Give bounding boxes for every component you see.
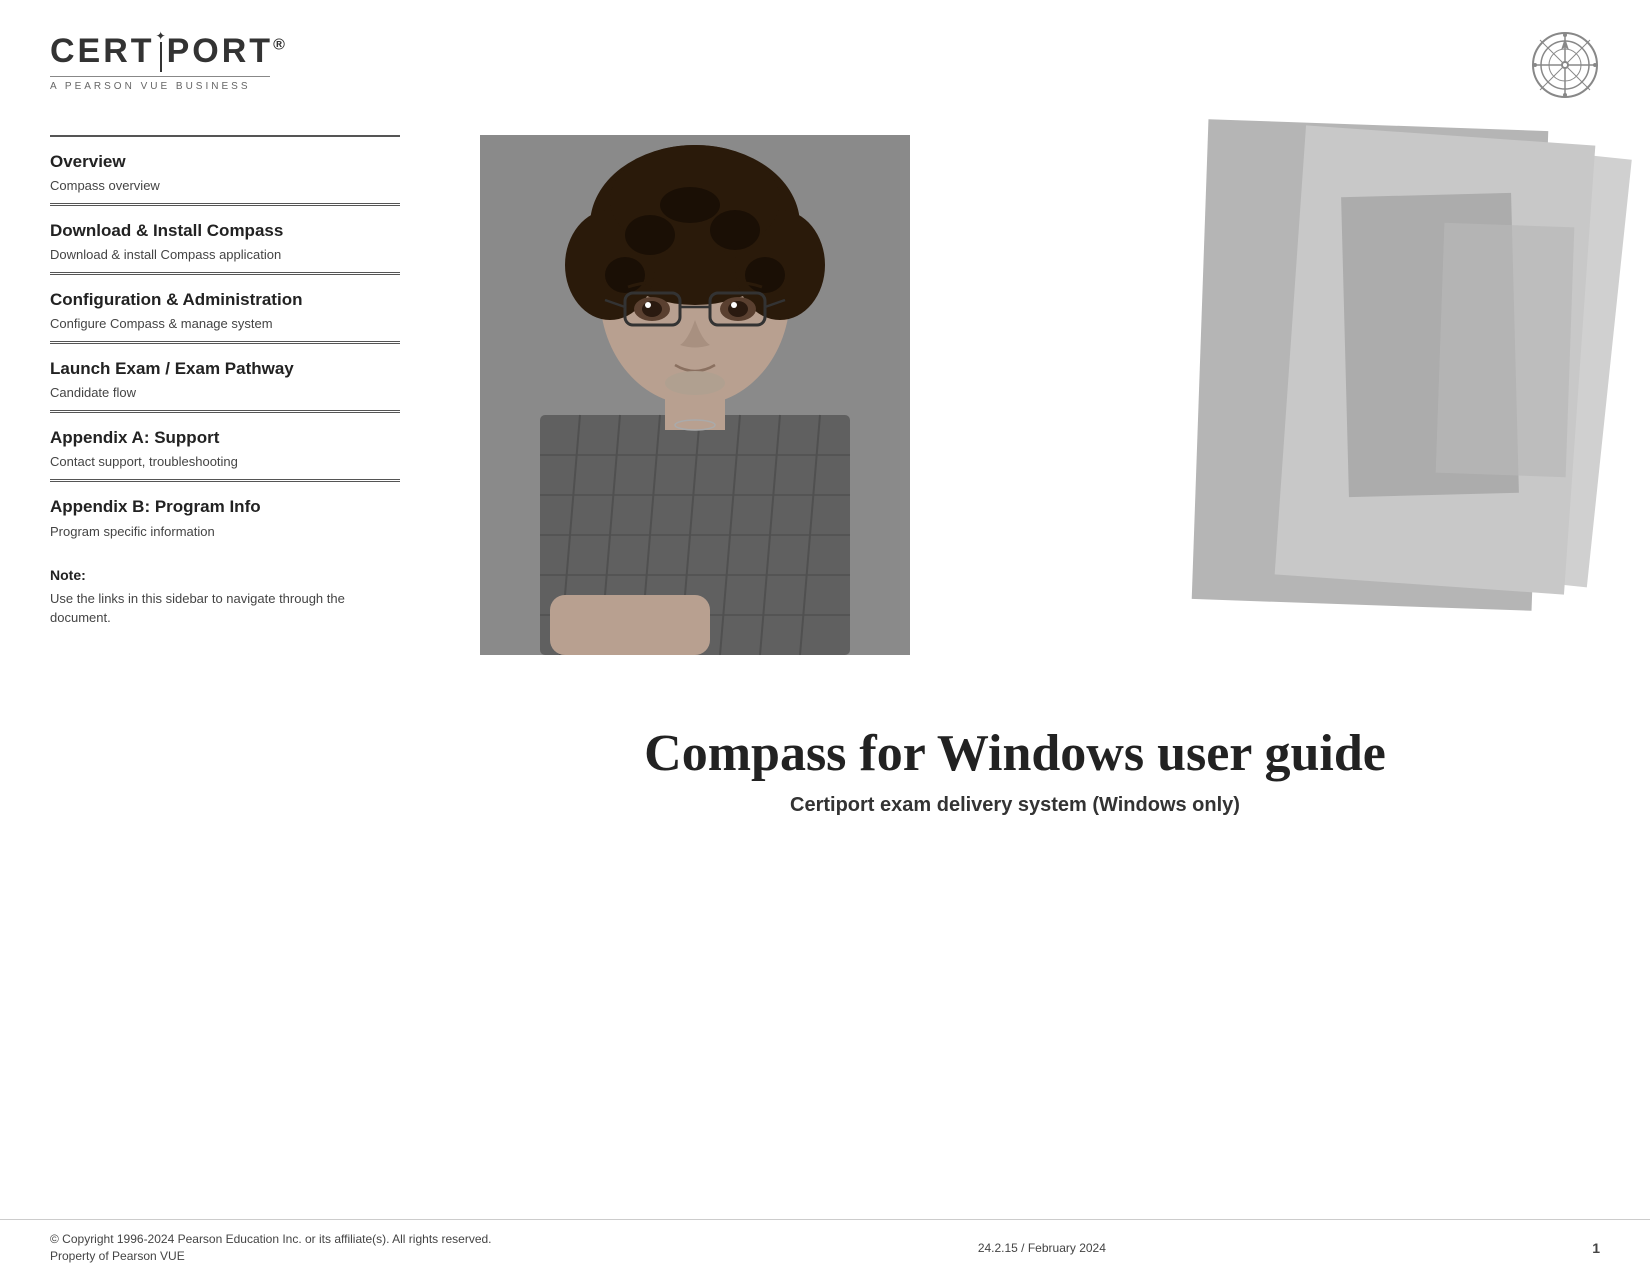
logo-star-icon: ✦ (156, 30, 166, 42)
sidebar-item-desc-appendix-a: Contact support, troubleshooting (50, 454, 400, 469)
logo-subtitle: A PEARSON VUE BUSINESS (50, 81, 251, 92)
sidebar-item-desc-appendix-b: Program specific information (50, 524, 400, 539)
sidebar-note: Note: Use the links in this sidebar to n… (50, 549, 400, 628)
person-illustration (480, 135, 910, 655)
image-layer-front-2 (1436, 223, 1575, 477)
image-stack (430, 125, 1600, 705)
main-title: Compass for Windows user guide (644, 725, 1386, 782)
certiport-logo: CERT ✦ PORT® (50, 30, 288, 72)
footer-center: 24.2.15 / February 2024 (978, 1241, 1106, 1255)
footer-page-number: 1 (1592, 1240, 1600, 1256)
sidebar-item-title-launch-exam: Launch Exam / Exam Pathway (50, 358, 400, 380)
sidebar-item-configuration[interactable]: Configuration & Administration Configure… (50, 272, 400, 341)
title-area: Compass for Windows user guide Certiport… (624, 725, 1406, 817)
logo-i-with-star: ✦ (156, 30, 166, 72)
main-subtitle: Certiport exam delivery system (Windows … (644, 794, 1386, 817)
main-content: Overview Compass overview Download & Ins… (0, 115, 1650, 1219)
footer-copyright: © Copyright 1996-2024 Pearson Education … (50, 1232, 492, 1246)
sidebar-item-overview[interactable]: Overview Compass overview (50, 135, 400, 203)
header: CERT ✦ PORT® A PEARSON VUE BUSINESS (0, 0, 1650, 115)
footer: © Copyright 1996-2024 Pearson Education … (0, 1219, 1650, 1275)
footer-property: Property of Pearson VUE (50, 1249, 492, 1263)
sidebar-item-title-appendix-b: Appendix B: Program Info (50, 496, 400, 518)
main-photo (480, 135, 910, 655)
logo-area: CERT ✦ PORT® A PEARSON VUE BUSINESS (50, 30, 288, 92)
sidebar-item-desc-launch-exam: Candidate flow (50, 385, 400, 400)
sidebar-item-launch-exam[interactable]: Launch Exam / Exam Pathway Candidate flo… (50, 341, 400, 410)
sidebar-item-title-appendix-a: Appendix A: Support (50, 427, 400, 449)
sidebar-item-desc-overview: Compass overview (50, 178, 400, 193)
sidebar-item-download[interactable]: Download & Install Compass Download & in… (50, 203, 400, 272)
sidebar-note-title: Note: (50, 567, 400, 583)
sidebar-item-desc-configuration: Configure Compass & manage system (50, 316, 400, 331)
footer-version: 24.2.15 / February 2024 (978, 1241, 1106, 1255)
logo-cert: CERT (50, 32, 155, 71)
sidebar-item-title-overview: Overview (50, 151, 400, 173)
logo-port: PORT® (167, 32, 288, 71)
footer-left: © Copyright 1996-2024 Pearson Education … (50, 1232, 492, 1263)
right-content: Compass for Windows user guide Certiport… (430, 115, 1600, 1219)
sidebar: Overview Compass overview Download & Ins… (50, 115, 430, 1219)
sidebar-item-title-download: Download & Install Compass (50, 220, 400, 242)
sidebar-note-text: Use the links in this sidebar to navigat… (50, 589, 400, 628)
compass-icon-header (1530, 30, 1600, 100)
logo-divider (160, 42, 162, 72)
sidebar-item-appendix-b[interactable]: Appendix B: Program Info Program specifi… (50, 479, 400, 548)
sidebar-item-desc-download: Download & install Compass application (50, 247, 400, 262)
page-container: CERT ✦ PORT® A PEARSON VUE BUSINESS (0, 0, 1650, 1275)
sidebar-item-appendix-a[interactable]: Appendix A: Support Contact support, tro… (50, 410, 400, 479)
sidebar-item-title-configuration: Configuration & Administration (50, 289, 400, 311)
compass-svg-icon (1530, 30, 1600, 100)
